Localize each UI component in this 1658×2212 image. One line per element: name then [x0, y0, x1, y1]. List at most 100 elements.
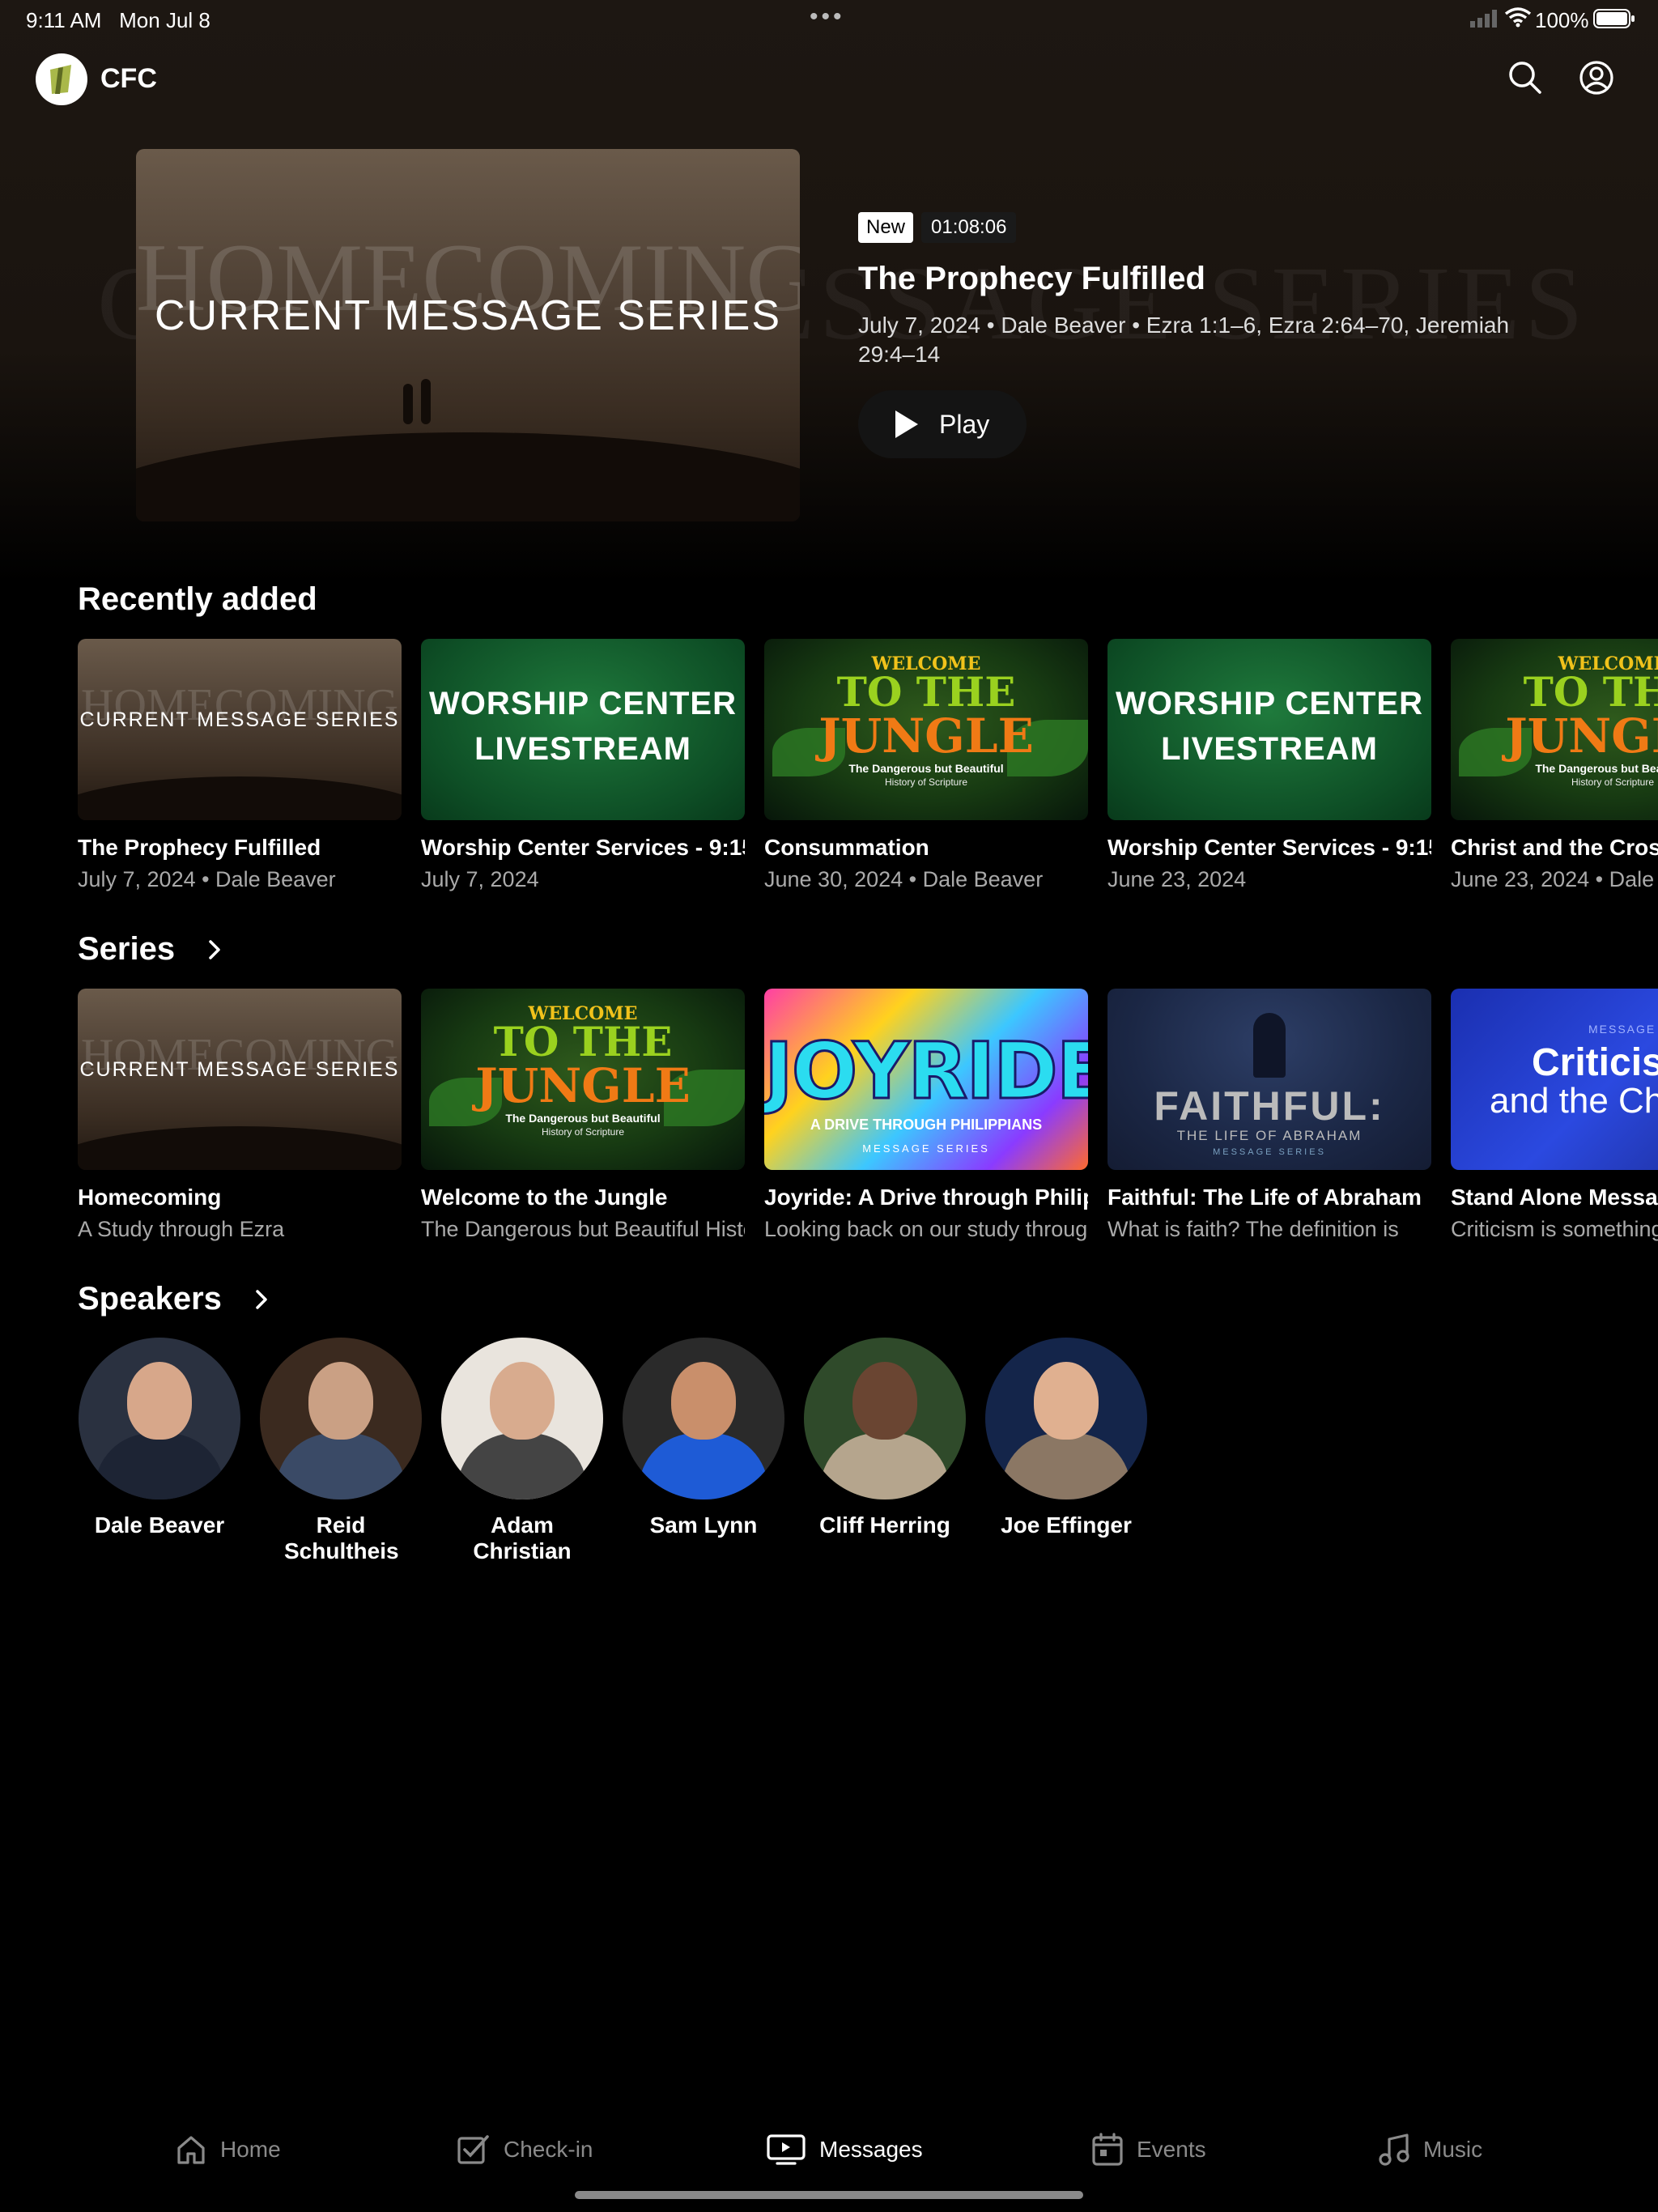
card-title: Stand Alone Messages — [1451, 1185, 1658, 1210]
hill-silhouette — [78, 1126, 402, 1170]
recent-card[interactable]: WELCOME TO THE JUNGLE The Dangerous but … — [764, 639, 1088, 892]
section-title-speakers[interactable]: Speakers — [78, 1281, 222, 1317]
thumb-line: FAITHFUL: — [1154, 1083, 1385, 1129]
speaker-item[interactable]: Sam Lynn — [619, 1338, 789, 1538]
recent-card[interactable]: WORSHIP CENTER LIVESTREAM Worship Center… — [1107, 639, 1431, 892]
figure-silhouette — [1253, 1013, 1286, 1078]
tab-events[interactable]: Events — [1091, 2129, 1206, 2170]
card-thumbnail: FAITHFUL: THE LIFE OF ABRAHAM MESSAGE SE… — [1107, 989, 1431, 1170]
series-card[interactable]: HOMECOMING CURRENT MESSAGE SERIES Homeco… — [78, 989, 402, 1242]
search-icon[interactable] — [1507, 60, 1543, 96]
section-title-series[interactable]: Series — [78, 931, 175, 968]
tab-label: Messages — [819, 2137, 923, 2162]
thumb-line: The Dangerous but Beautiful — [1535, 762, 1658, 775]
card-subtitle: What is faith? The definition is — [1107, 1217, 1399, 1241]
multitasking-dots-icon[interactable]: ••• — [810, 3, 845, 31]
card-subtitle: A Study through Ezra — [78, 1217, 285, 1241]
avatar-body — [457, 1433, 587, 1499]
card-subtitle: July 7, 2024 • Dale Beaver — [78, 867, 336, 891]
speaker-item[interactable]: Adam Christian — [437, 1338, 607, 1564]
avatar-body — [1001, 1433, 1131, 1499]
thumb-title: WORSHIP CENTER LIVESTREAM — [429, 686, 737, 767]
series-card-clip: MESSAGE Criticism and the Christian Stan… — [1451, 989, 1658, 1264]
speaker-avatar — [804, 1338, 966, 1499]
profile-icon[interactable] — [1579, 60, 1614, 96]
thumb-line: JOYRIDE — [764, 1025, 1088, 1118]
chevron-right-icon[interactable] — [253, 1287, 270, 1312]
avatar-body — [276, 1433, 406, 1499]
thumb-title: WORSHIP CENTER LIVESTREAM — [1116, 686, 1423, 767]
speaker-avatar — [623, 1338, 784, 1499]
home-indicator[interactable] — [575, 2191, 1083, 2199]
speaker-name: Joe Effinger — [1001, 1512, 1132, 1538]
speaker-name: Sam Lynn — [649, 1512, 758, 1538]
new-badge: New — [858, 212, 914, 243]
thumb-line: TO THE — [1523, 668, 1658, 716]
section-title-recently-added: Recently added — [78, 581, 317, 617]
cfc-logo-icon — [37, 55, 86, 104]
music-note-icon — [1379, 2133, 1409, 2166]
speaker-item[interactable]: Joe Effinger — [981, 1338, 1151, 1538]
card-title: Homecoming — [78, 1185, 222, 1210]
card-thumbnail: JOYRIDE A DRIVE THROUGH PHILIPPIANS MESS… — [764, 989, 1088, 1170]
thumb-line: JUNGLE — [475, 1058, 691, 1113]
thumb-line: A DRIVE THROUGH PHILIPPIANS — [810, 1117, 1043, 1133]
battery-icon — [1593, 9, 1635, 28]
card-subtitle: Looking back on our study through Philip… — [764, 1217, 1088, 1241]
speaker-avatar — [260, 1338, 422, 1499]
thumb-line: History of Scripture — [541, 1126, 625, 1138]
tab-label: Events — [1137, 2137, 1206, 2162]
tab-home[interactable]: Home — [175, 2129, 281, 2170]
card-thumbnail: WELCOME TO THE JUNGLE The Dangerous but … — [421, 989, 745, 1170]
thumb-line: JUNGLE — [1505, 708, 1658, 764]
tab-label: Check-in — [504, 2137, 593, 2162]
hill-silhouette — [136, 432, 800, 521]
recent-card[interactable]: WORSHIP CENTER LIVESTREAM Worship Center… — [421, 639, 745, 892]
recent-card[interactable]: HOMECOMING CURRENT MESSAGE SERIES The Pr… — [78, 639, 402, 892]
thumb-line: History of Scripture — [1571, 776, 1655, 788]
series-card[interactable]: JOYRIDE A DRIVE THROUGH PHILIPPIANS MESS… — [764, 989, 1088, 1242]
thumb-line: The Dangerous but Beautiful — [505, 1112, 661, 1125]
status-bar: 9:11 AM Mon Jul 8 ••• 100% — [0, 0, 1658, 39]
card-thumbnail: WORSHIP CENTER LIVESTREAM — [1107, 639, 1431, 820]
hero-meta: July 7, 2024 • Dale Beaver • Ezra 1:1–6,… — [858, 313, 1510, 367]
hill-silhouette — [78, 776, 402, 820]
avatar-head — [671, 1362, 736, 1440]
hero-thumbnail[interactable]: HOMECOMING CURRENT MESSAGE SERIES — [136, 149, 800, 521]
thumb-line: Criticism — [1532, 1041, 1658, 1084]
chevron-right-icon[interactable] — [206, 938, 223, 962]
tab-music[interactable]: Music — [1378, 2129, 1482, 2170]
thumb-title: CURRENT MESSAGE SERIES — [79, 1058, 400, 1081]
tab-check-in[interactable]: Check-in — [457, 2129, 593, 2170]
cfc-logo[interactable] — [36, 53, 87, 105]
thumb-line: History of Scripture — [884, 776, 968, 788]
card-subtitle: Criticism is something — [1451, 1217, 1658, 1241]
thumb-line: TO THE — [493, 1018, 673, 1066]
speaker-item[interactable]: Cliff Herring — [800, 1338, 970, 1538]
series-card[interactable]: FAITHFUL: THE LIFE OF ABRAHAM MESSAGE SE… — [1107, 989, 1431, 1242]
avatar-head — [1034, 1362, 1099, 1440]
series-card[interactable]: WELCOME TO THE JUNGLE The Dangerous but … — [421, 989, 745, 1242]
figure-silhouette — [403, 384, 413, 424]
card-title: Welcome to the Jungle — [421, 1185, 668, 1210]
card-title: The Prophecy Fulfilled — [78, 835, 321, 860]
thumb-line: THE LIFE OF ABRAHAM — [1176, 1128, 1363, 1143]
recent-card[interactable]: WELCOME TO THE JUNGLE The Dangerous but … — [1451, 639, 1658, 892]
home-icon — [177, 2136, 205, 2164]
card-subtitle: July 7, 2024 — [421, 867, 539, 891]
card-title: Christ and the Cross — [1451, 835, 1658, 860]
tab-messages[interactable]: Messages — [766, 2129, 923, 2170]
speaker-avatar — [985, 1338, 1147, 1499]
card-subtitle: June 30, 2024 • Dale Beaver — [764, 867, 1044, 891]
speaker-item[interactable]: Reid Schultheis — [256, 1338, 426, 1564]
checkbox-icon — [457, 2135, 489, 2164]
series-card[interactable]: MESSAGE Criticism and the Christian Stan… — [1451, 989, 1658, 1242]
card-title: Joyride: A Drive through Philippians — [764, 1185, 1088, 1210]
card-subtitle: June 23, 2024 • Dale Beaver — [1451, 867, 1658, 891]
speaker-name: Reid Schultheis — [284, 1512, 399, 1563]
speaker-item[interactable]: Dale Beaver — [74, 1338, 244, 1538]
avatar-body — [820, 1433, 950, 1499]
hero-thumb-title: CURRENT MESSAGE SERIES — [154, 292, 782, 339]
card-thumbnail: WORSHIP CENTER LIVESTREAM — [421, 639, 745, 820]
play-button[interactable]: Play — [858, 390, 1027, 458]
